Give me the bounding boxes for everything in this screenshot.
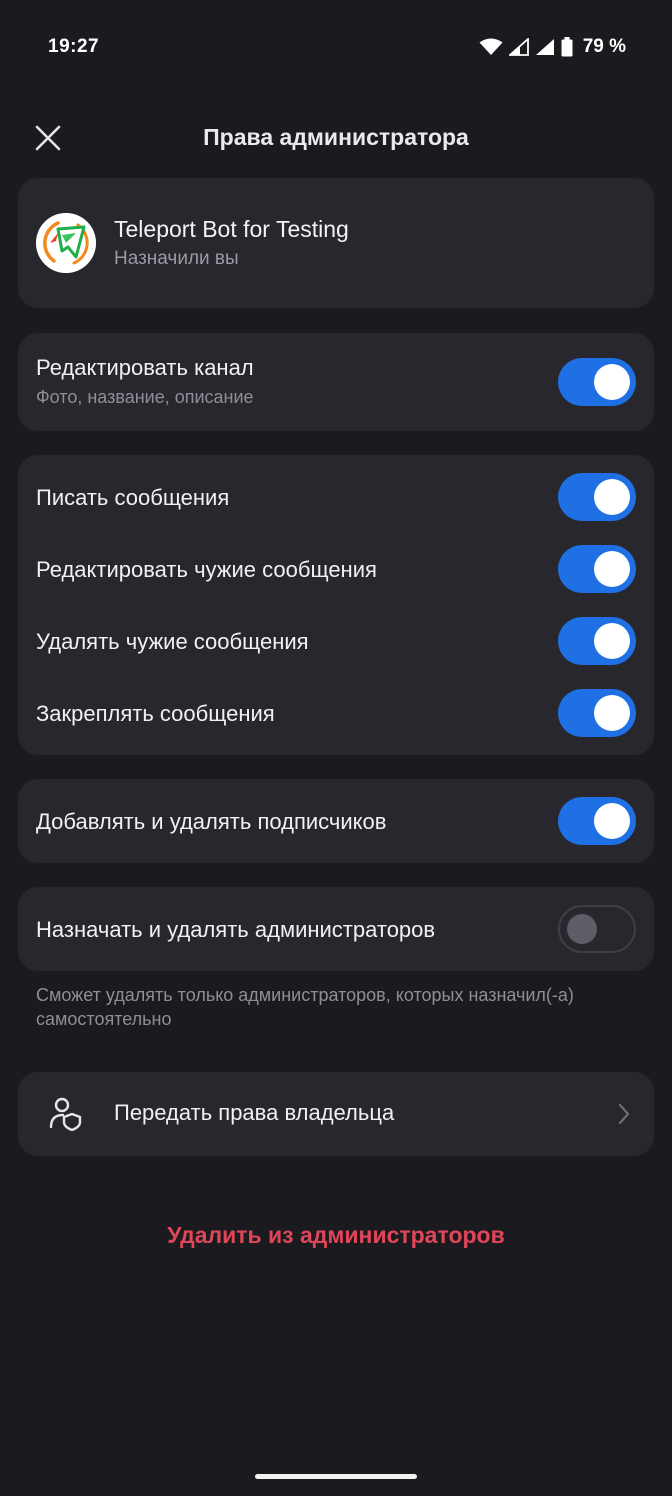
permission-row-delete-others[interactable]: Удалять чужие сообщения <box>18 605 654 677</box>
permission-label: Редактировать чужие сообщения <box>36 557 377 582</box>
toggle-knob <box>594 695 630 731</box>
post-messages-toggle[interactable] <box>558 473 636 521</box>
permission-row-pin-messages[interactable]: Закреплять сообщения <box>18 677 654 749</box>
chevron-right-icon <box>618 1103 630 1125</box>
manage-admins-toggle[interactable] <box>558 905 636 953</box>
wifi-icon <box>479 38 503 55</box>
signal-icon <box>535 39 554 55</box>
permission-label: Назначать и удалять администраторов <box>36 917 436 942</box>
status-time: 19:27 <box>48 36 100 57</box>
manage-subscribers-toggle[interactable] <box>558 797 636 845</box>
toggle-knob <box>594 623 630 659</box>
subscribers-card: Добавлять и удалять подписчиков <box>18 779 654 863</box>
edit-channel-card: Редактировать канал Фото, название, опис… <box>18 333 654 431</box>
transfer-ownership-label: Передать права владельца <box>114 1100 395 1125</box>
bot-avatar <box>36 213 96 273</box>
permission-row-manage-admins[interactable]: Назначать и удалять администраторов <box>18 887 654 971</box>
messages-permissions-card: Писать сообщения Редактировать чужие соо… <box>18 455 654 755</box>
status-icons: 79 % <box>479 36 626 58</box>
edit-others-toggle[interactable] <box>558 545 636 593</box>
admins-card: Назначать и удалять администраторов <box>18 887 654 971</box>
toggle-knob <box>594 479 630 515</box>
user-shield-icon <box>49 1097 82 1132</box>
bot-assigned-by: Назначили вы <box>114 248 239 269</box>
permission-description: Фото, название, описание <box>36 387 254 407</box>
home-indicator[interactable] <box>255 1474 417 1479</box>
remove-admin-button[interactable]: Удалить из администраторов <box>0 1222 672 1249</box>
permission-row-post-messages[interactable]: Писать сообщения <box>18 461 654 533</box>
toggle-knob <box>594 364 630 400</box>
permission-row-manage-subscribers[interactable]: Добавлять и удалять подписчиков <box>18 779 654 863</box>
permission-label: Редактировать канал <box>36 355 254 380</box>
permission-row-edit-others[interactable]: Редактировать чужие сообщения <box>18 533 654 605</box>
admins-hint: Сможет удалять только администраторов, к… <box>36 985 574 1029</box>
battery-percent: 79 % <box>582 36 626 57</box>
permission-label: Писать сообщения <box>36 485 230 510</box>
transfer-ownership-button[interactable]: Передать права владельца <box>18 1072 654 1156</box>
permission-label: Добавлять и удалять подписчиков <box>36 809 387 834</box>
battery-icon <box>561 37 573 57</box>
signal-icon <box>508 38 529 56</box>
pin-messages-toggle[interactable] <box>558 689 636 737</box>
toggle-knob <box>594 803 630 839</box>
toggle-knob <box>567 914 597 944</box>
permission-label: Удалять чужие сообщения <box>36 629 309 654</box>
admin-profile-card: Teleport Bot for Testing Назначили вы <box>18 178 654 308</box>
edit-channel-toggle[interactable] <box>558 358 636 406</box>
bot-logo-icon <box>36 213 96 273</box>
delete-others-toggle[interactable] <box>558 617 636 665</box>
page-title: Права администратора <box>203 124 469 150</box>
toggle-knob <box>594 551 630 587</box>
permission-row-edit-channel[interactable]: Редактировать канал Фото, название, опис… <box>18 333 654 431</box>
bot-name: Teleport Bot for Testing <box>114 216 349 242</box>
permission-label: Закреплять сообщения <box>36 701 275 726</box>
